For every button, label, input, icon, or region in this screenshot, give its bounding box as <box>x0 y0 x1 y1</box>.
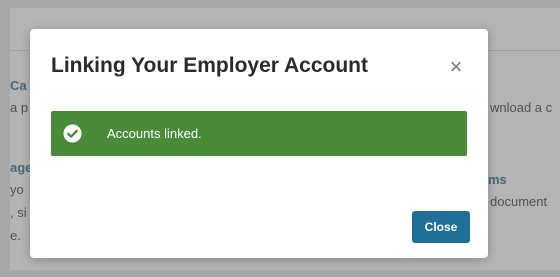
modal-title: Linking Your Employer Account <box>51 54 368 77</box>
close-icon[interactable]: × <box>446 56 466 78</box>
check-circle-icon <box>63 124 82 143</box>
link-account-modal: Linking Your Employer Account × Accounts… <box>30 29 488 258</box>
alert-message: Accounts linked. <box>107 126 202 141</box>
close-button[interactable]: Close <box>412 211 470 243</box>
success-alert: Accounts linked. <box>51 111 467 156</box>
